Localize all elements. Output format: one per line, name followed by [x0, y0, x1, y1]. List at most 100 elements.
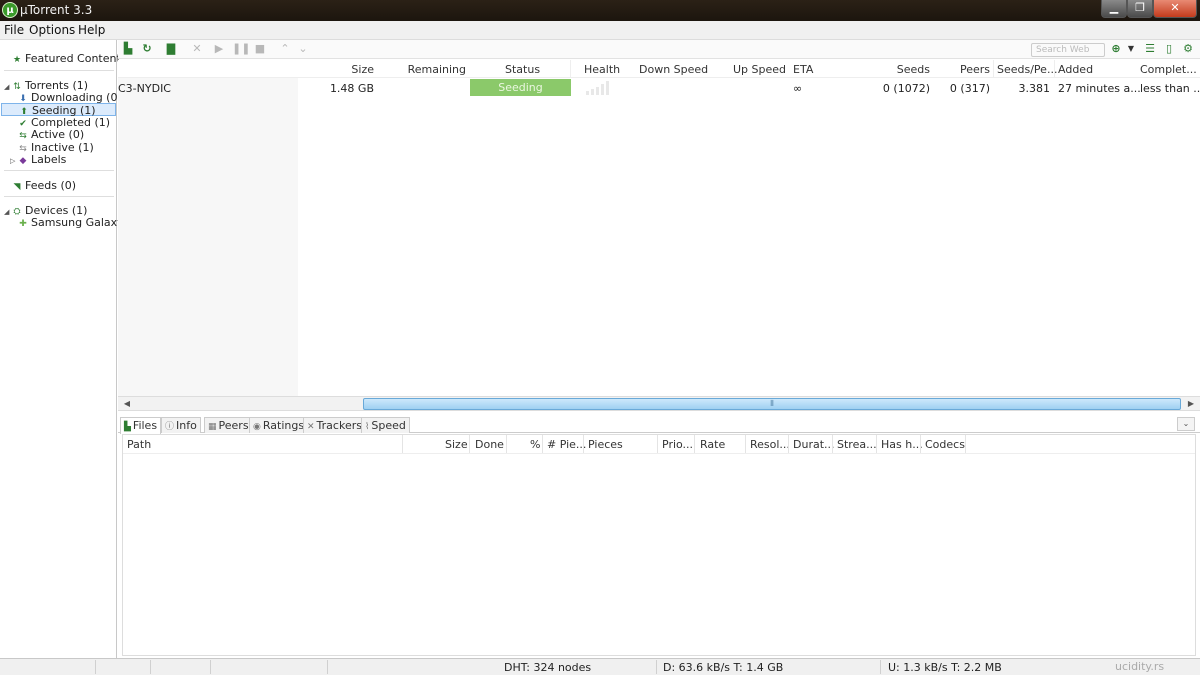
- sidebar-item-seeding[interactable]: ⬆ Seeding (1): [1, 103, 116, 117]
- column-down-speed[interactable]: Down Speed: [639, 63, 708, 76]
- column-divider: [570, 60, 571, 78]
- column-remaining[interactable]: Remaining: [398, 63, 466, 76]
- column-seeds-peers[interactable]: Seeds/Pe...: [997, 63, 1057, 76]
- menu-help[interactable]: Help: [78, 23, 105, 37]
- pause-icon[interactable]: ❚❚: [232, 42, 250, 56]
- column-divider: [788, 435, 789, 453]
- window-title: µTorrent 3.3: [20, 3, 93, 17]
- sidebar-divider: [4, 170, 114, 171]
- move-up-icon[interactable]: ⌃: [278, 42, 292, 56]
- column-done[interactable]: Done: [475, 438, 504, 451]
- tab-peers[interactable]: ▦ Peers: [204, 417, 253, 433]
- tab-files[interactable]: ▙ Files: [120, 417, 162, 434]
- scroll-right-arrow-icon[interactable]: ▶: [1184, 398, 1198, 410]
- add-torrent-icon[interactable]: ▙: [121, 42, 135, 56]
- download-status[interactable]: D: 63.6 kB/s T: 1.4 GB: [663, 661, 783, 674]
- column-status[interactable]: Status: [505, 63, 540, 76]
- column-peers[interactable]: Peers: [938, 63, 990, 76]
- column-health[interactable]: Health: [584, 63, 620, 76]
- column-divider: [402, 435, 403, 453]
- collapse-panel-button[interactable]: ⌄: [1177, 417, 1195, 431]
- column-path[interactable]: Path: [127, 438, 151, 451]
- toolbar: ▙ ↻ ▇ ✕ ▶ ❚❚ ■ ⌃ ⌄ Search Web ⊕ ▼ ☰ ▯ ⚙: [118, 40, 1200, 59]
- active-arrows-icon: ⇆: [19, 131, 27, 141]
- column-size[interactable]: Size: [318, 63, 374, 76]
- torrent-seeds: 0 (1072): [882, 82, 930, 95]
- sidebar-item-label: Active (0): [31, 128, 85, 141]
- sidebar-item-featured[interactable]: ★ Featured Content: [12, 52, 121, 65]
- add-url-icon[interactable]: ↻: [140, 42, 154, 56]
- column-priority[interactable]: Prio...: [662, 438, 693, 451]
- scroll-left-arrow-icon[interactable]: ◀: [120, 398, 134, 410]
- column-resolution[interactable]: Resol...: [750, 438, 790, 451]
- column-divider: [657, 435, 658, 453]
- expand-arrow-icon[interactable]: ▷: [10, 157, 18, 165]
- move-down-icon[interactable]: ⌄: [296, 42, 310, 56]
- column-file-size[interactable]: Size: [445, 438, 468, 451]
- column-seeds[interactable]: Seeds: [878, 63, 930, 76]
- create-torrent-icon[interactable]: ▇: [164, 42, 178, 56]
- tab-trackers[interactable]: ✕ Trackers: [303, 417, 366, 433]
- column-divider: [469, 435, 470, 453]
- column-num-pieces[interactable]: # Pie...: [547, 438, 586, 451]
- dropdown-arrow-icon[interactable]: ▼: [1124, 42, 1138, 56]
- torrent-eta: ∞: [793, 82, 803, 95]
- column-up-speed[interactable]: Up Speed: [718, 63, 786, 76]
- sidebar-item-active[interactable]: ⇆ Active (0): [18, 128, 84, 141]
- dht-status[interactable]: DHT: 324 nodes: [504, 661, 591, 674]
- torrent-completed-on: less than ...: [1140, 82, 1200, 95]
- column-eta[interactable]: ETA: [793, 63, 813, 76]
- horizontal-scrollbar[interactable]: ◀ ⦀ ▶: [118, 396, 1200, 411]
- tab-label: Ratings: [262, 419, 305, 432]
- tab-label: Info: [176, 419, 197, 432]
- remove-icon[interactable]: ✕: [190, 42, 204, 56]
- remote-device-icon[interactable]: ▯: [1162, 42, 1176, 56]
- tab-speed[interactable]: ⌇ Speed: [361, 417, 410, 433]
- torrent-name: C3-NYDIC: [118, 82, 171, 95]
- settings-gear-icon[interactable]: ⚙: [1181, 42, 1195, 56]
- utorrent-logo-icon: µ: [2, 2, 18, 18]
- start-icon[interactable]: ▶: [212, 42, 226, 56]
- watermark: ucidity.rs: [1115, 660, 1165, 673]
- upload-status[interactable]: U: 1.3 kB/s T: 2.2 MB: [888, 661, 1002, 674]
- sidebar-item-device[interactable]: ✚ Samsung Galaxy: [18, 216, 124, 229]
- column-completed-on[interactable]: Complet...: [1140, 63, 1197, 76]
- sidebar-item-feeds[interactable]: ◥ Feeds (0): [12, 179, 77, 192]
- title-bar: µ µTorrent 3.3 ▁ ❐ ✕: [0, 0, 1200, 21]
- column-rate[interactable]: Rate: [700, 438, 725, 451]
- health-bars-icon: [586, 81, 612, 95]
- search-web-input[interactable]: Search Web: [1031, 43, 1105, 57]
- category-sidebar: ★ Featured Content ◢ ⇅ Torrents (1) ⬇ Downlo…: [0, 40, 124, 658]
- tab-ratings[interactable]: ◉ Ratings: [249, 417, 309, 433]
- minimize-button[interactable]: ▁: [1101, 0, 1127, 18]
- tab-info[interactable]: ⓘ Info: [161, 417, 201, 433]
- column-percent[interactable]: %: [530, 438, 540, 451]
- tab-label: Peers: [218, 419, 249, 432]
- maximize-button[interactable]: ❐: [1127, 0, 1153, 18]
- tab-label: Speed: [371, 419, 406, 432]
- sidebar-item-labels[interactable]: ▷ ◆ Labels: [10, 153, 66, 166]
- stop-icon[interactable]: ■: [253, 42, 267, 56]
- collapse-arrow-icon[interactable]: ◢: [4, 208, 12, 216]
- sidebar-item-label: Samsung Galaxy: [31, 216, 124, 229]
- column-duration[interactable]: Durat...: [793, 438, 835, 451]
- column-divider: [920, 435, 921, 453]
- android-icon: ✚: [19, 219, 27, 229]
- column-codecs[interactable]: Codecs: [925, 438, 965, 451]
- scroll-thumb[interactable]: ⦀: [363, 398, 1181, 410]
- table-row[interactable]: C3-NYDIC 1.48 GB Seeding ∞ 0 (1072) 0 (3…: [118, 78, 1200, 98]
- column-has-header[interactable]: Has h...: [881, 438, 923, 451]
- close-button[interactable]: ✕: [1153, 0, 1197, 18]
- column-pieces[interactable]: Pieces: [588, 438, 623, 451]
- search-engine-icon[interactable]: ⊕: [1109, 42, 1123, 56]
- menu-file[interactable]: File: [4, 23, 24, 37]
- menu-options[interactable]: Options: [29, 23, 75, 37]
- list-view-icon[interactable]: ☰: [1143, 42, 1157, 56]
- collapse-arrow-icon[interactable]: ◢: [4, 83, 12, 91]
- column-streamable[interactable]: Strea...: [837, 438, 877, 451]
- status-divider: [656, 660, 657, 674]
- column-divider: [506, 435, 507, 453]
- column-added[interactable]: Added: [1058, 63, 1093, 76]
- speed-graph-icon: ⌇: [365, 422, 370, 432]
- column-divider: [1054, 60, 1055, 78]
